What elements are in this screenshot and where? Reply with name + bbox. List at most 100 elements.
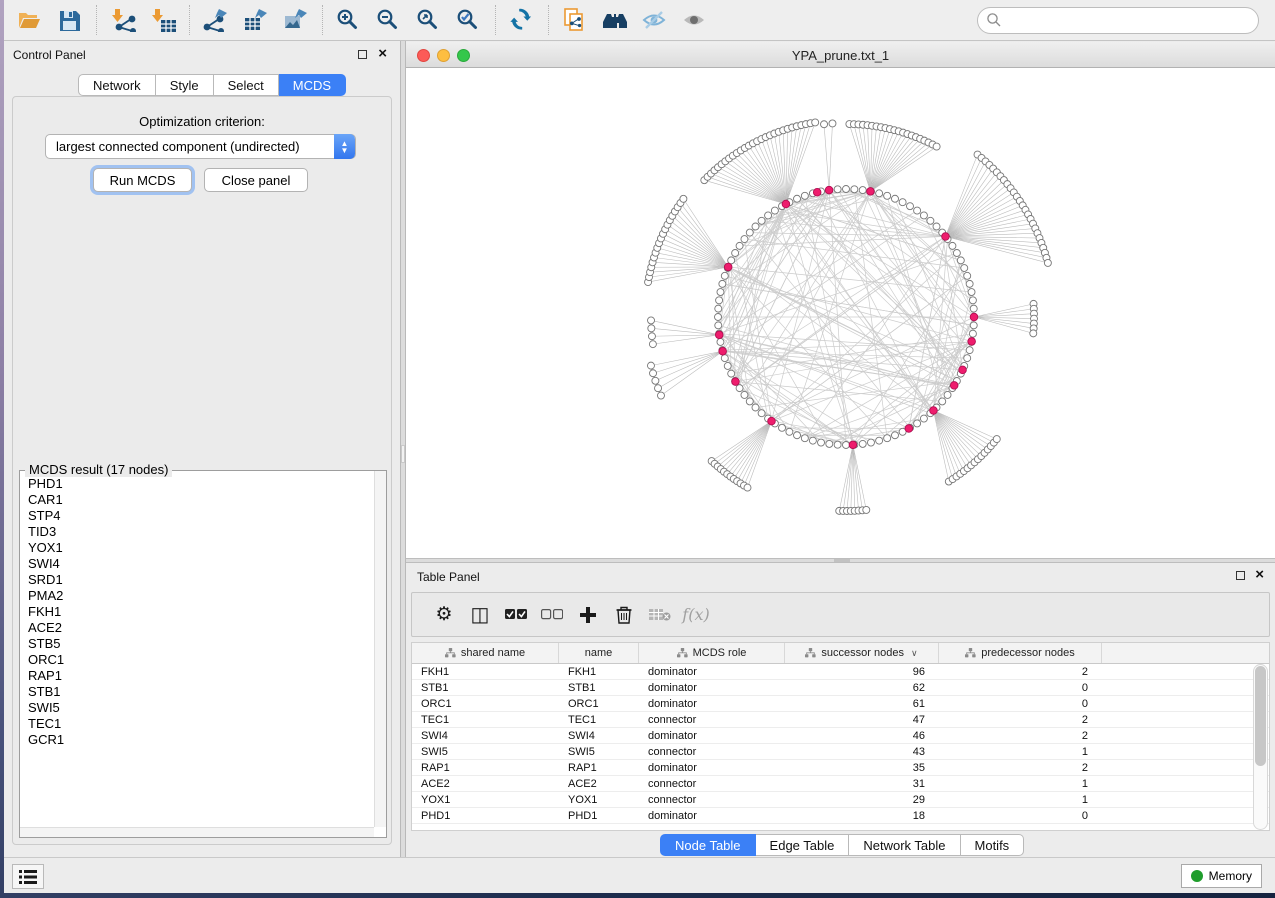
network-node[interactable] [891, 195, 898, 202]
column-header-MCDS-role[interactable]: MCDS role [639, 643, 785, 663]
mcds-result-list[interactable]: PHD1CAR1STP4TID3YOX1SWI4SRD1PMA2FKH1ACE2… [21, 474, 373, 826]
network-node[interactable] [939, 398, 946, 405]
network-node[interactable] [876, 437, 883, 444]
network-node[interactable] [794, 195, 801, 202]
mcds-dominator-node[interactable] [867, 188, 875, 196]
column-header-name[interactable]: name [559, 643, 639, 663]
result-node[interactable]: STB5 [28, 636, 373, 652]
result-node[interactable]: TID3 [28, 524, 373, 540]
task-history-button[interactable] [12, 864, 44, 889]
network-node[interactable] [741, 236, 748, 243]
network-node[interactable] [746, 398, 753, 405]
satellite-node[interactable] [812, 119, 819, 126]
network-node[interactable] [758, 410, 765, 417]
network-node[interactable] [801, 192, 808, 199]
columns-button[interactable]: ◫ [462, 598, 498, 632]
table-scrollbar-thumb[interactable] [1255, 666, 1266, 766]
satellite-node[interactable] [649, 341, 656, 348]
satellite-node[interactable] [680, 195, 687, 202]
network-node[interactable] [970, 322, 977, 329]
satellite-node[interactable] [647, 362, 654, 369]
network-node[interactable] [944, 391, 951, 398]
mcds-dominator-node[interactable] [719, 347, 727, 355]
horizontal-splitter-handle[interactable] [834, 559, 850, 562]
satellite-node[interactable] [652, 377, 659, 384]
satellite-node[interactable] [657, 392, 664, 399]
network-node[interactable] [957, 257, 964, 264]
export-table-button[interactable] [236, 3, 276, 37]
satellite-node[interactable] [821, 121, 828, 128]
float-panel-icon[interactable] [358, 50, 367, 59]
satellite-node[interactable] [648, 333, 655, 340]
network-node[interactable] [779, 424, 786, 431]
result-node[interactable]: STP4 [28, 508, 373, 524]
result-node[interactable]: RAP1 [28, 668, 373, 684]
criterion-dropdown[interactable]: largest connected component (undirected)… [45, 134, 356, 159]
network-node[interactable] [732, 250, 739, 257]
network-node[interactable] [715, 305, 722, 312]
table-tab-edge-table[interactable]: Edge Table [756, 834, 850, 856]
result-node[interactable]: ACE2 [28, 620, 373, 636]
satellite-node[interactable] [648, 325, 655, 332]
satellite-node[interactable] [933, 143, 940, 150]
network-node[interactable] [721, 355, 728, 362]
table-row[interactable]: STB1STB1dominator620 [412, 680, 1269, 696]
network-node[interactable] [964, 355, 971, 362]
network-node[interactable] [843, 186, 850, 193]
zoom-selected-button[interactable] [449, 3, 489, 37]
network-node[interactable] [826, 440, 833, 447]
table-row[interactable]: PHD1PHD1dominator180 [412, 808, 1269, 824]
table-row[interactable]: ACE2ACE2connector311 [412, 776, 1269, 792]
network-node[interactable] [758, 217, 765, 224]
table-tab-motifs[interactable]: Motifs [961, 834, 1025, 856]
mcds-dominator-node[interactable] [813, 188, 821, 196]
network-node[interactable] [834, 441, 841, 448]
network-node[interactable] [859, 440, 866, 447]
network-node[interactable] [717, 338, 724, 345]
tab-mcds[interactable]: MCDS [279, 74, 346, 96]
network-node[interactable] [884, 192, 891, 199]
column-header-predecessor-nodes[interactable]: predecessor nodes [939, 643, 1102, 663]
result-node[interactable]: PMA2 [28, 588, 373, 604]
network-node[interactable] [851, 186, 858, 193]
mcds-dominator-node[interactable] [724, 263, 732, 271]
network-canvas[interactable] [406, 68, 1275, 558]
network-node[interactable] [724, 362, 731, 369]
mcds-dominator-node[interactable] [782, 200, 790, 208]
vertical-splitter-handle[interactable] [401, 445, 405, 463]
network-node[interactable] [809, 437, 816, 444]
network-node[interactable] [949, 242, 956, 249]
mcds-dominator-node[interactable] [732, 378, 740, 386]
network-node[interactable] [969, 330, 976, 337]
result-horizontal-scrollbar[interactable] [20, 827, 374, 837]
network-node[interactable] [927, 217, 934, 224]
table-float-icon[interactable] [1236, 571, 1245, 580]
column-header-shared-name[interactable]: shared name [412, 643, 559, 663]
open-file-button[interactable] [10, 3, 50, 37]
network-node[interactable] [741, 391, 748, 398]
mcds-dominator-node[interactable] [959, 366, 967, 374]
import-table-button[interactable] [143, 3, 183, 37]
network-node[interactable] [771, 207, 778, 214]
table-row[interactable]: FKH1FKH1dominator962 [412, 664, 1269, 680]
memory-button[interactable]: Memory [1181, 864, 1262, 888]
table-row[interactable]: SWI5SWI5connector431 [412, 744, 1269, 760]
network-node[interactable] [715, 322, 722, 329]
network-node[interactable] [736, 385, 743, 392]
result-node[interactable]: CAR1 [28, 492, 373, 508]
mcds-dominator-node[interactable] [968, 338, 976, 346]
network-node[interactable] [715, 314, 722, 321]
table-tab-network-table[interactable]: Network Table [849, 834, 960, 856]
network-node[interactable] [899, 199, 906, 206]
mcds-dominator-node[interactable] [950, 382, 958, 390]
result-node[interactable]: STB1 [28, 684, 373, 700]
tab-select[interactable]: Select [214, 74, 279, 96]
column-header-successor-nodes[interactable]: successor nodes∨ [785, 643, 939, 663]
satellite-node[interactable] [1030, 330, 1037, 337]
network-node[interactable] [752, 404, 759, 411]
satellite-node[interactable] [744, 484, 751, 491]
network-node[interactable] [953, 250, 960, 257]
save-session-button[interactable] [50, 3, 90, 37]
network-node[interactable] [907, 203, 914, 210]
network-node[interactable] [920, 212, 927, 219]
